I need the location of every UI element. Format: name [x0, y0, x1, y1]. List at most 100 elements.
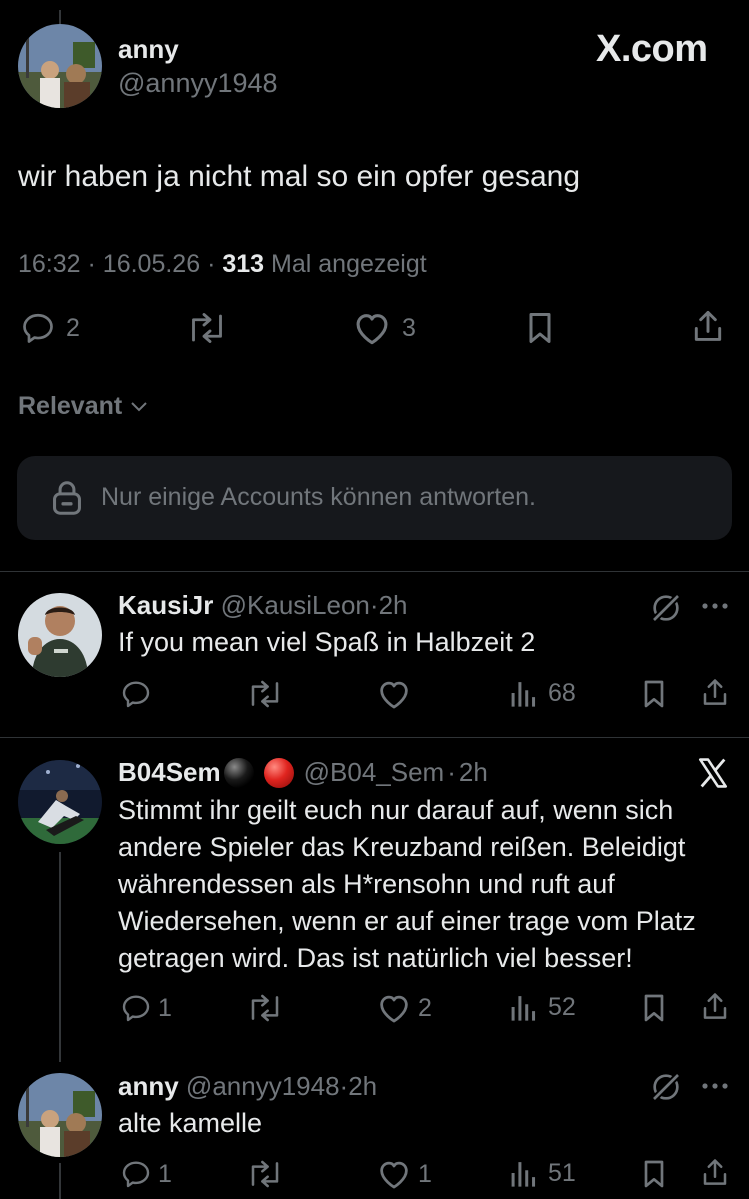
more-icon[interactable]	[700, 600, 730, 612]
reply-header: B04Sem @B04_Sem · 2h	[118, 757, 488, 788]
handle[interactable]: @KausiLeon	[221, 590, 370, 620]
like-count: 3	[402, 313, 416, 342]
sort-selector[interactable]: Relevant	[18, 392, 148, 421]
heart-icon	[380, 1161, 408, 1189]
views-count: 68	[548, 678, 576, 707]
reply-icon	[23, 313, 53, 343]
views-label: Mal angezeigt	[271, 250, 427, 278]
thread-line	[59, 1163, 61, 1199]
analytics-icon	[511, 682, 536, 707]
avatar[interactable]	[18, 1073, 102, 1157]
reply-time[interactable]: 2h	[348, 1071, 377, 1101]
repost-button[interactable]	[186, 310, 228, 346]
bookmark-icon	[644, 680, 664, 708]
bookmark-button[interactable]	[640, 678, 668, 710]
views-button[interactable]: 51	[510, 1158, 576, 1188]
reply-header: anny @annyy1948·2h	[118, 1071, 378, 1101]
bookmark-button[interactable]	[640, 992, 668, 1024]
red-circle-emoji	[263, 757, 294, 788]
reply-text: Stimmt ihr geilt euch nur darauf auf, we…	[118, 795, 696, 973]
analytics-icon	[511, 1162, 536, 1187]
reply-header: KausiJr @KausiLeon·2h	[118, 590, 408, 620]
reply-button[interactable]: 1	[120, 1158, 172, 1190]
divider	[0, 737, 749, 738]
heart-icon	[380, 995, 408, 1023]
heart-icon	[380, 681, 408, 709]
avatar[interactable]	[18, 24, 102, 108]
bookmark-button[interactable]	[524, 310, 556, 346]
reply-icon	[122, 995, 150, 1022]
share-button[interactable]	[690, 308, 726, 346]
repost-icon	[251, 1160, 279, 1188]
reply-text: alte kamelle	[118, 1108, 263, 1138]
handle[interactable]: @annyy1948	[118, 68, 278, 99]
share-icon	[703, 1159, 727, 1185]
post-text: wir haben ja nicht mal so ein opfer gesa…	[18, 160, 581, 193]
bookmark-icon	[644, 1160, 664, 1188]
like-button[interactable]: 3	[352, 310, 416, 346]
repost-icon	[192, 313, 222, 343]
reply-icon	[122, 1161, 150, 1188]
share-icon	[703, 993, 727, 1019]
like-button[interactable]	[376, 678, 412, 710]
post-meta: 16:32 · 16.05.26 · 313 Mal angezeigt	[18, 250, 427, 278]
reply-count: 2	[66, 313, 80, 342]
share-icon	[694, 310, 722, 341]
reply-restriction-text: Nur einige Accounts können antworten.	[101, 483, 536, 511]
thread-line	[59, 852, 61, 1062]
heart-icon	[356, 314, 388, 345]
reply-button[interactable]: 1	[120, 992, 172, 1024]
reply-count: 1	[158, 1159, 172, 1188]
handle[interactable]: @annyy1948	[186, 1071, 340, 1101]
reply-button[interactable]	[120, 678, 152, 710]
share-icon	[703, 679, 727, 705]
share-button[interactable]	[700, 676, 730, 710]
x-logo-icon[interactable]	[696, 756, 730, 790]
display-name[interactable]: B04Sem	[118, 757, 221, 788]
avatar[interactable]	[18, 593, 102, 677]
repost-button[interactable]	[246, 678, 284, 710]
post-date[interactable]: 16.05.26	[103, 250, 200, 278]
like-count: 2	[418, 993, 432, 1022]
repost-icon	[251, 994, 279, 1022]
repost-button[interactable]	[246, 1158, 284, 1190]
post-time[interactable]: 16:32	[18, 250, 81, 278]
watermark: X.com	[596, 28, 708, 70]
grok-icon[interactable]	[650, 1071, 682, 1103]
views-count: 52	[548, 992, 576, 1021]
lock-icon	[53, 481, 81, 515]
views-count: 313	[222, 250, 265, 278]
bookmark-button[interactable]	[640, 1158, 668, 1190]
views-button[interactable]: 68	[510, 678, 576, 708]
share-button[interactable]	[700, 990, 730, 1024]
bookmark-icon	[644, 994, 664, 1022]
display-name[interactable]: KausiJr	[118, 590, 213, 620]
reply-count: 1	[158, 993, 172, 1022]
reply-restriction-banner: Nur einige Accounts können antworten.	[17, 456, 732, 540]
like-button[interactable]: 2	[376, 992, 432, 1024]
display-name[interactable]: anny	[118, 34, 179, 65]
share-button[interactable]	[700, 1156, 730, 1190]
bookmark-icon	[529, 313, 551, 343]
grok-icon[interactable]	[650, 592, 682, 624]
reply-icon	[122, 681, 150, 708]
repost-button[interactable]	[246, 992, 284, 1024]
like-button[interactable]: 1	[376, 1158, 432, 1190]
black-circle-emoji	[223, 757, 254, 788]
sort-label: Relevant	[18, 392, 123, 420]
reply-text: If you mean viel Spaß in Halbzeit 2	[118, 627, 536, 657]
repost-icon	[251, 680, 279, 708]
avatar[interactable]	[18, 760, 102, 844]
views-count: 51	[548, 1158, 576, 1187]
display-name[interactable]: anny	[118, 1071, 179, 1101]
more-icon[interactable]	[700, 1080, 730, 1092]
reply-button[interactable]: 2	[20, 310, 80, 346]
views-button[interactable]: 52	[510, 992, 576, 1022]
handle[interactable]: @B04_Sem	[304, 757, 445, 788]
divider	[0, 571, 749, 572]
reply-time[interactable]: 2h	[379, 590, 408, 620]
chevron-down-icon	[131, 401, 147, 411]
reply-time[interactable]: 2h	[459, 757, 488, 788]
analytics-icon	[511, 996, 536, 1021]
thread-line	[59, 10, 61, 24]
